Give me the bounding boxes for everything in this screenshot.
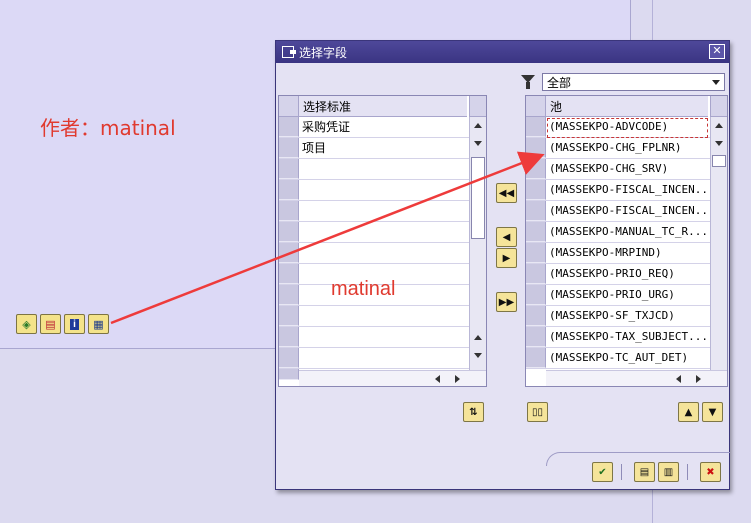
print-button[interactable]: ▲ [678, 402, 699, 422]
scroll-down-icon[interactable] [474, 141, 482, 146]
scroll-left-icon[interactable] [435, 375, 440, 383]
filter-icon[interactable] [520, 74, 536, 90]
horizontal-scrollbar[interactable] [299, 370, 486, 386]
scroll-thumb[interactable] [471, 157, 485, 239]
annotation-label: matinal [331, 278, 396, 300]
filter-button[interactable]: ▼ [702, 402, 723, 422]
table-row[interactable] [279, 327, 470, 348]
sort-button[interactable]: ⇅ [463, 402, 484, 422]
filter-select[interactable]: 全部 [542, 73, 725, 91]
move-left-icon: ◀ [502, 231, 511, 243]
cancel-button[interactable]: ✖ [700, 462, 721, 482]
filter-row: 全部 [520, 73, 725, 91]
scroll-up-icon[interactable] [715, 123, 723, 128]
table-row[interactable]: (MASSEKPO-CHG_SRV) [526, 159, 711, 180]
vertical-scrollbar[interactable] [710, 117, 727, 370]
scroll-right-icon[interactable] [455, 375, 460, 383]
select-all-cell[interactable] [279, 96, 299, 117]
selection-criteria-table: 选择标准 采购凭证 项目 [278, 95, 487, 387]
move-all-left-button[interactable]: ◀◀ [496, 183, 517, 203]
filter-select-value: 全部 [547, 75, 572, 90]
binoculars-icon: ▯▯ [531, 406, 543, 418]
table-row[interactable] [279, 243, 470, 264]
scroll-down-icon[interactable] [715, 141, 723, 146]
table-row[interactable]: (MASSEKPO-CHG_FPLNR) [526, 138, 711, 159]
table-row[interactable]: (MASSEKPO-MANUAL_TC_R... [526, 222, 711, 243]
column-settings[interactable] [469, 96, 486, 117]
table-row[interactable] [279, 180, 470, 201]
focus-indicator [547, 118, 708, 138]
table-row[interactable]: (MASSEKPO-FISCAL_INCEN... [526, 180, 711, 201]
column-settings[interactable] [710, 96, 727, 117]
table-row[interactable]: 采购凭证 [279, 117, 470, 138]
vertical-scrollbar[interactable] [469, 117, 486, 370]
selection-criteria-header[interactable]: 选择标准 [299, 96, 467, 117]
scroll-up-icon[interactable] [474, 335, 482, 340]
pool-table: 池 (MASSEKPO-ADVCODE) (MASSEKPO-CHG_FPLNR… [525, 95, 728, 387]
copy-button[interactable]: ▤ [634, 462, 655, 482]
copy-as-icon: ▥ [663, 466, 674, 478]
close-icon[interactable]: ✕ [709, 44, 725, 59]
cancel-icon: ✖ [706, 466, 715, 478]
table-row[interactable]: (MASSEKPO-MRPIND) [526, 243, 711, 264]
table-row[interactable] [279, 306, 470, 327]
layout-icon: ◈ [22, 318, 31, 331]
select-all-cell[interactable] [526, 96, 546, 117]
scroll-thumb[interactable] [712, 155, 726, 167]
move-all-right-icon: ▶▶ [498, 296, 515, 308]
table-row[interactable]: (MASSEKPO-PRIO_URG) [526, 285, 711, 306]
table-row[interactable]: (MASSEKPO-PRIO_REQ) [526, 264, 711, 285]
save-layout-button[interactable]: ▤ [40, 314, 61, 334]
table-row[interactable] [279, 159, 470, 180]
table-row[interactable] [279, 222, 470, 243]
table-row[interactable] [279, 348, 470, 369]
table-row[interactable]: (MASSEKPO-TAX_SUBJECT... [526, 327, 711, 348]
chevron-down-icon [712, 80, 720, 85]
change-layout-icon: ▦ [93, 318, 104, 331]
change-layout-button[interactable]: ▦ [88, 314, 109, 334]
find-button[interactable]: ▯▯ [527, 402, 548, 422]
move-left-button[interactable]: ◀ [496, 227, 517, 247]
author-note: 作者：matinal [40, 116, 176, 140]
filter-funnel-icon: ▼ [708, 406, 717, 418]
table-row[interactable]: (MASSEKPO-TC_AUT_DET) [526, 348, 711, 369]
scroll-down-icon[interactable] [474, 353, 482, 358]
footer-divider [621, 464, 622, 480]
table-row[interactable]: 项目 [279, 138, 470, 159]
dialog-title: 选择字段 [299, 45, 348, 60]
move-right-button[interactable]: ▶ [496, 248, 517, 268]
scroll-up-icon[interactable] [474, 123, 482, 128]
move-all-left-icon: ◀◀ [498, 187, 515, 199]
select-fields-dialog: 选择字段 ✕ 全部 选择标准 采购凭证 项目 ◀◀ ◀ ▶ ▶▶ 池 (MASS… [275, 40, 730, 490]
confirm-icon: ✔ [598, 466, 607, 478]
table-row[interactable]: (MASSEKPO-FISCAL_INCEN... [526, 201, 711, 222]
print-icon: ▲ [684, 406, 693, 418]
table-row[interactable] [279, 201, 470, 222]
move-all-right-button[interactable]: ▶▶ [496, 292, 517, 312]
layout-button[interactable]: ◈ [16, 314, 37, 334]
dialog-titlebar: 选择字段 [276, 41, 729, 63]
sort-icon: ⇅ [469, 406, 478, 418]
copy-as-button[interactable]: ▥ [658, 462, 679, 482]
horizontal-scrollbar[interactable] [546, 370, 727, 386]
scroll-left-icon[interactable] [676, 375, 681, 383]
copy-icon: ▤ [639, 466, 650, 478]
info-button[interactable]: i [64, 314, 85, 334]
dialog-icon [282, 46, 296, 58]
scroll-right-icon[interactable] [696, 375, 701, 383]
table-row[interactable]: (MASSEKPO-SF_TXJCD) [526, 306, 711, 327]
info-icon: i [70, 318, 79, 330]
save-layout-icon: ▤ [45, 318, 56, 331]
pool-header[interactable]: 池 [546, 96, 708, 117]
move-right-icon: ▶ [502, 252, 511, 264]
confirm-button[interactable]: ✔ [592, 462, 613, 482]
footer-divider [687, 464, 688, 480]
